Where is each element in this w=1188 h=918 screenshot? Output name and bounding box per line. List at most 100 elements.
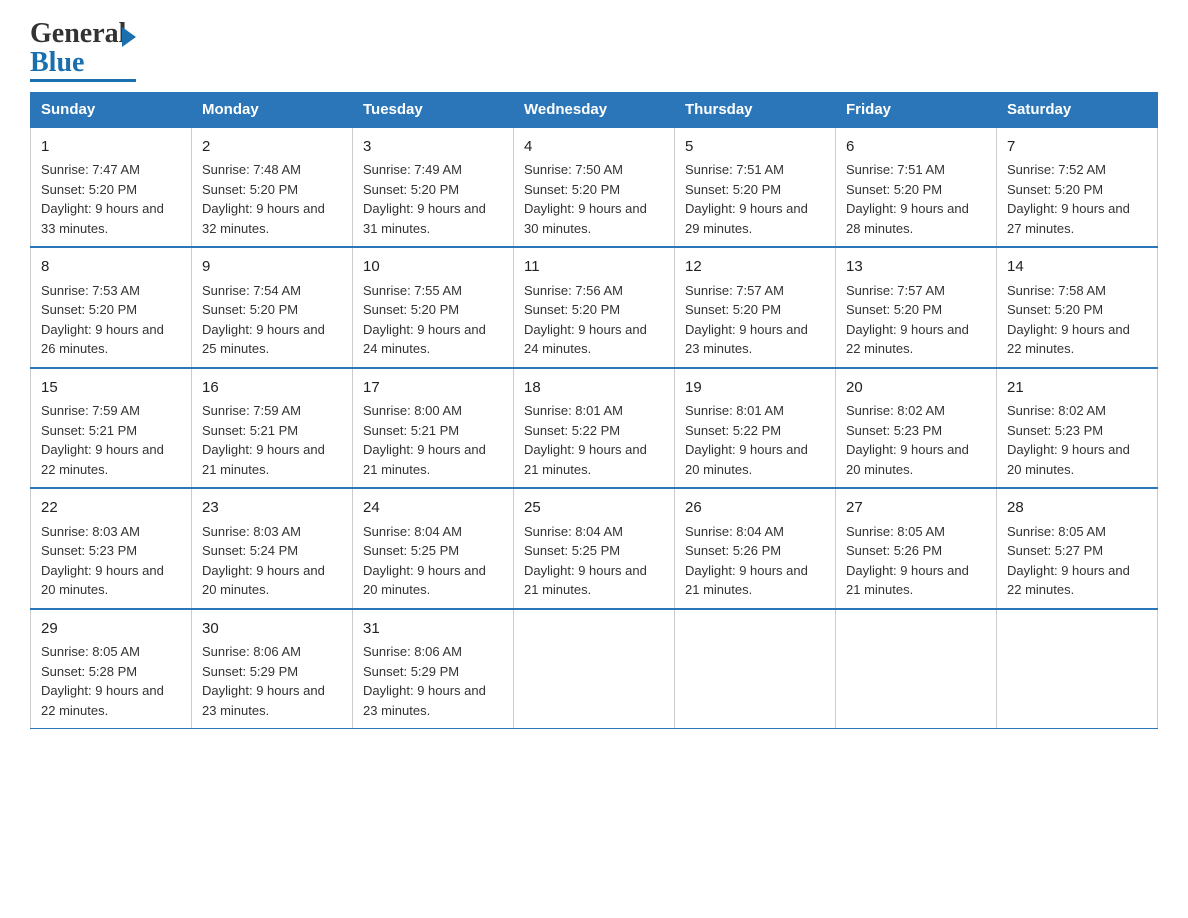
day-info: Sunrise: 7:54 AMSunset: 5:20 PMDaylight:… bbox=[202, 283, 325, 357]
day-number: 20 bbox=[846, 377, 986, 400]
day-info: Sunrise: 7:49 AMSunset: 5:20 PMDaylight:… bbox=[363, 162, 486, 236]
weekday-header-saturday: Saturday bbox=[997, 92, 1158, 127]
day-number: 13 bbox=[846, 256, 986, 279]
day-number: 15 bbox=[41, 377, 181, 400]
calendar-cell: 28 Sunrise: 8:05 AMSunset: 5:27 PMDayligh… bbox=[997, 488, 1158, 609]
weekday-header-row: SundayMondayTuesdayWednesdayThursdayFrid… bbox=[31, 92, 1158, 127]
day-info: Sunrise: 8:02 AMSunset: 5:23 PMDaylight:… bbox=[1007, 403, 1130, 477]
day-number: 4 bbox=[524, 136, 664, 159]
calendar-cell: 16 Sunrise: 7:59 AMSunset: 5:21 PMDayligh… bbox=[192, 368, 353, 489]
day-info: Sunrise: 7:51 AMSunset: 5:20 PMDaylight:… bbox=[846, 162, 969, 236]
day-info: Sunrise: 8:05 AMSunset: 5:28 PMDaylight:… bbox=[41, 644, 164, 718]
day-number: 23 bbox=[202, 497, 342, 520]
calendar-cell: 26Sunrise: 8:04 AMSunset: 5:26 PMDayligh… bbox=[675, 488, 836, 609]
weekday-header-monday: Monday bbox=[192, 92, 353, 127]
calendar-cell: 22 Sunrise: 8:03 AMSunset: 5:23 PMDayligh… bbox=[31, 488, 192, 609]
day-number: 27 bbox=[846, 497, 986, 520]
calendar-cell: 29 Sunrise: 8:05 AMSunset: 5:28 PMDayligh… bbox=[31, 609, 192, 729]
logo: General Blue bbox=[30, 20, 136, 82]
day-number: 31 bbox=[363, 618, 503, 641]
day-number: 11 bbox=[524, 256, 664, 279]
calendar-table: SundayMondayTuesdayWednesdayThursdayFrid… bbox=[30, 92, 1158, 730]
day-info: Sunrise: 7:50 AMSunset: 5:20 PMDaylight:… bbox=[524, 162, 647, 236]
day-number: 6 bbox=[846, 136, 986, 159]
day-number: 5 bbox=[685, 136, 825, 159]
day-info: Sunrise: 7:59 AMSunset: 5:21 PMDaylight:… bbox=[202, 403, 325, 477]
day-info: Sunrise: 8:04 AMSunset: 5:26 PMDaylight:… bbox=[685, 524, 808, 598]
calendar-cell: 14 Sunrise: 7:58 AMSunset: 5:20 PMDayligh… bbox=[997, 247, 1158, 368]
calendar-cell: 2Sunrise: 7:48 AMSunset: 5:20 PMDaylight… bbox=[192, 127, 353, 248]
week-row-3: 15 Sunrise: 7:59 AMSunset: 5:21 PMDayligh… bbox=[31, 368, 1158, 489]
day-info: Sunrise: 7:57 AMSunset: 5:20 PMDaylight:… bbox=[846, 283, 969, 357]
day-info: Sunrise: 8:00 AMSunset: 5:21 PMDaylight:… bbox=[363, 403, 486, 477]
day-number: 9 bbox=[202, 256, 342, 279]
day-info: Sunrise: 7:52 AMSunset: 5:20 PMDaylight:… bbox=[1007, 162, 1130, 236]
weekday-header-thursday: Thursday bbox=[675, 92, 836, 127]
day-number: 7 bbox=[1007, 136, 1147, 159]
day-number: 29 bbox=[41, 618, 181, 641]
calendar-cell: 4 Sunrise: 7:50 AMSunset: 5:20 PMDaylight… bbox=[514, 127, 675, 248]
logo-arrow-icon bbox=[122, 27, 136, 47]
day-number: 19 bbox=[685, 377, 825, 400]
week-row-5: 29 Sunrise: 8:05 AMSunset: 5:28 PMDayligh… bbox=[31, 609, 1158, 729]
day-number: 30 bbox=[202, 618, 342, 641]
day-info: Sunrise: 7:59 AMSunset: 5:21 PMDaylight:… bbox=[41, 403, 164, 477]
calendar-cell: 6 Sunrise: 7:51 AMSunset: 5:20 PMDaylight… bbox=[836, 127, 997, 248]
calendar-cell: 18Sunrise: 8:01 AMSunset: 5:22 PMDayligh… bbox=[514, 368, 675, 489]
calendar-cell: 31 Sunrise: 8:06 AMSunset: 5:29 PMDayligh… bbox=[353, 609, 514, 729]
calendar-cell: 5 Sunrise: 7:51 AMSunset: 5:20 PMDaylight… bbox=[675, 127, 836, 248]
calendar-cell: 13 Sunrise: 7:57 AMSunset: 5:20 PMDayligh… bbox=[836, 247, 997, 368]
calendar-cell: 12Sunrise: 7:57 AMSunset: 5:20 PMDayligh… bbox=[675, 247, 836, 368]
day-number: 21 bbox=[1007, 377, 1147, 400]
calendar-cell bbox=[997, 609, 1158, 729]
calendar-cell: 11 Sunrise: 7:56 AMSunset: 5:20 PMDayligh… bbox=[514, 247, 675, 368]
calendar-cell: 19 Sunrise: 8:01 AMSunset: 5:22 PMDayligh… bbox=[675, 368, 836, 489]
day-info: Sunrise: 7:55 AMSunset: 5:20 PMDaylight:… bbox=[363, 283, 486, 357]
day-info: Sunrise: 8:05 AMSunset: 5:27 PMDaylight:… bbox=[1007, 524, 1130, 598]
calendar-cell: 30 Sunrise: 8:06 AMSunset: 5:29 PMDayligh… bbox=[192, 609, 353, 729]
day-number: 18 bbox=[524, 377, 664, 400]
day-info: Sunrise: 8:02 AMSunset: 5:23 PMDaylight:… bbox=[846, 403, 969, 477]
calendar-cell: 27 Sunrise: 8:05 AMSunset: 5:26 PMDayligh… bbox=[836, 488, 997, 609]
calendar-cell: 7 Sunrise: 7:52 AMSunset: 5:20 PMDaylight… bbox=[997, 127, 1158, 248]
day-number: 16 bbox=[202, 377, 342, 400]
calendar-cell: 8 Sunrise: 7:53 AMSunset: 5:20 PMDaylight… bbox=[31, 247, 192, 368]
day-info: Sunrise: 8:06 AMSunset: 5:29 PMDaylight:… bbox=[202, 644, 325, 718]
calendar-cell: 9 Sunrise: 7:54 AMSunset: 5:20 PMDaylight… bbox=[192, 247, 353, 368]
calendar-cell bbox=[514, 609, 675, 729]
day-info: Sunrise: 8:06 AMSunset: 5:29 PMDaylight:… bbox=[363, 644, 486, 718]
calendar-cell: 21 Sunrise: 8:02 AMSunset: 5:23 PMDayligh… bbox=[997, 368, 1158, 489]
day-info: Sunrise: 7:53 AMSunset: 5:20 PMDaylight:… bbox=[41, 283, 164, 357]
week-row-4: 22 Sunrise: 8:03 AMSunset: 5:23 PMDayligh… bbox=[31, 488, 1158, 609]
day-number: 14 bbox=[1007, 256, 1147, 279]
weekday-header-wednesday: Wednesday bbox=[514, 92, 675, 127]
calendar-cell: 10 Sunrise: 7:55 AMSunset: 5:20 PMDayligh… bbox=[353, 247, 514, 368]
day-info: Sunrise: 7:56 AMSunset: 5:20 PMDaylight:… bbox=[524, 283, 647, 357]
day-number: 10 bbox=[363, 256, 503, 279]
calendar-cell: 23 Sunrise: 8:03 AMSunset: 5:24 PMDayligh… bbox=[192, 488, 353, 609]
weekday-header-sunday: Sunday bbox=[31, 92, 192, 127]
day-info: Sunrise: 8:03 AMSunset: 5:24 PMDaylight:… bbox=[202, 524, 325, 598]
day-number: 25 bbox=[524, 497, 664, 520]
day-number: 2 bbox=[202, 136, 342, 159]
logo-general: General bbox=[30, 18, 126, 49]
day-number: 22 bbox=[41, 497, 181, 520]
day-info: Sunrise: 7:58 AMSunset: 5:20 PMDaylight:… bbox=[1007, 283, 1130, 357]
calendar-cell bbox=[836, 609, 997, 729]
day-info: Sunrise: 7:51 AMSunset: 5:20 PMDaylight:… bbox=[685, 162, 808, 236]
day-info: Sunrise: 8:04 AMSunset: 5:25 PMDaylight:… bbox=[524, 524, 647, 598]
calendar-cell: 24Sunrise: 8:04 AMSunset: 5:25 PMDayligh… bbox=[353, 488, 514, 609]
day-number: 8 bbox=[41, 256, 181, 279]
calendar-cell: 25 Sunrise: 8:04 AMSunset: 5:25 PMDayligh… bbox=[514, 488, 675, 609]
weekday-header-friday: Friday bbox=[836, 92, 997, 127]
day-info: Sunrise: 8:01 AMSunset: 5:22 PMDaylight:… bbox=[685, 403, 808, 477]
day-info: Sunrise: 8:05 AMSunset: 5:26 PMDaylight:… bbox=[846, 524, 969, 598]
day-info: Sunrise: 8:03 AMSunset: 5:23 PMDaylight:… bbox=[41, 524, 164, 598]
calendar-cell: 1Sunrise: 7:47 AMSunset: 5:20 PMDaylight… bbox=[31, 127, 192, 248]
day-info: Sunrise: 8:04 AMSunset: 5:25 PMDaylight:… bbox=[363, 524, 486, 598]
day-info: Sunrise: 7:47 AMSunset: 5:20 PMDaylight:… bbox=[41, 162, 164, 236]
day-number: 28 bbox=[1007, 497, 1147, 520]
day-info: Sunrise: 7:57 AMSunset: 5:20 PMDaylight:… bbox=[685, 283, 808, 357]
logo-underline bbox=[30, 79, 136, 82]
day-number: 17 bbox=[363, 377, 503, 400]
